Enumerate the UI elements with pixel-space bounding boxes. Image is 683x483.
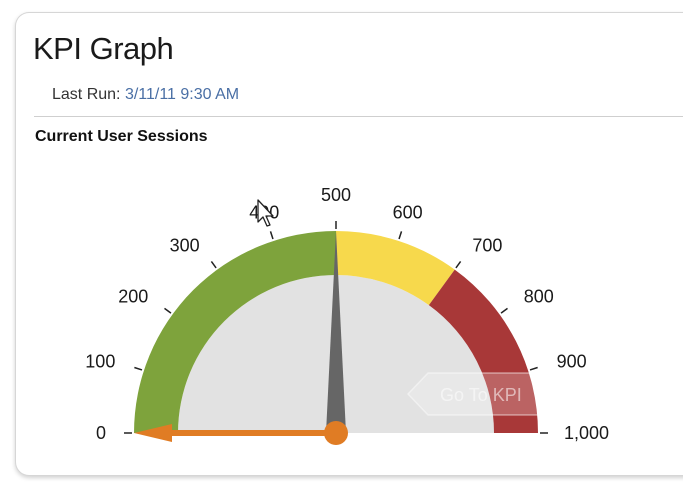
gauge-tick-400 bbox=[269, 231, 274, 240]
gauge-tick-800 bbox=[500, 307, 508, 314]
gauge-tick-label-700: 700 bbox=[472, 235, 502, 255]
gauge-tick-900 bbox=[529, 366, 538, 371]
go-to-kpi-button[interactable]: Go To KPI bbox=[406, 372, 583, 416]
gauge-tick-600 bbox=[398, 231, 403, 240]
gauge-tick-label-100: 100 bbox=[85, 351, 115, 371]
go-to-kpi-label: Go To KPI bbox=[440, 385, 522, 405]
gauge-tick-label-200: 200 bbox=[118, 287, 148, 307]
gauge-tick-700 bbox=[455, 261, 462, 269]
gauge-tick-label-1000: 1,000 bbox=[564, 423, 609, 443]
gauge-tick-300 bbox=[210, 261, 217, 269]
gauge-tick-200 bbox=[164, 307, 172, 314]
kpi-page: KPI Graph Last Run: 3/11/11 9:30 AM Curr… bbox=[0, 0, 683, 483]
gauge-tick-label-300: 300 bbox=[170, 235, 200, 255]
user-sessions-gauge: 01002003004005006007008009001,000 Go To … bbox=[85, 185, 609, 445]
gauge-tick-label-500: 500 bbox=[321, 185, 351, 205]
gauge-tick-label-900: 900 bbox=[557, 351, 587, 371]
gauge-tick-label-800: 800 bbox=[524, 287, 554, 307]
gauge-tick-label-600: 600 bbox=[393, 202, 423, 222]
gauge-tick-100 bbox=[134, 366, 143, 371]
gauge-tick-label-0: 0 bbox=[96, 423, 106, 443]
gauge-pivot bbox=[324, 421, 348, 445]
